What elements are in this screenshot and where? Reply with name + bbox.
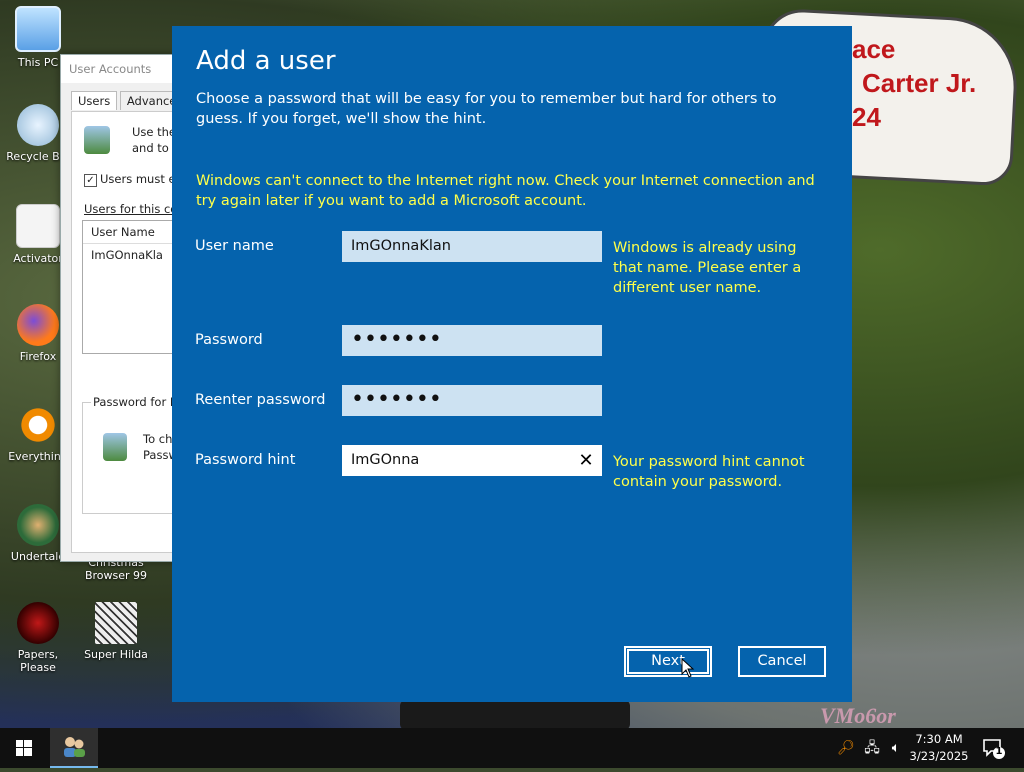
add-user-dialog: Add a user Choose a password that will b… [172, 26, 852, 702]
users-must-enter-checkbox[interactable]: ✓ [84, 174, 97, 187]
sign-line-1: ace [852, 34, 896, 64]
file-icon [16, 204, 60, 248]
papers-please-icon [17, 602, 59, 644]
password-hint-label: Password hint [195, 452, 296, 468]
password-hint-error: Your password hint cannot contain your p… [613, 454, 805, 490]
tab-users[interactable]: Users [71, 91, 118, 110]
sign-line-3: 24 [852, 102, 881, 132]
recycle-bin-icon [17, 104, 59, 146]
mouse-cursor-icon [681, 658, 695, 678]
cancel-button[interactable]: Cancel [738, 646, 826, 677]
notification-count: 1 [995, 746, 1003, 757]
password-hint-field[interactable]: ImGOnna ✕ [342, 445, 602, 476]
undertale-icon [17, 504, 59, 546]
password-field[interactable]: ••••••• [342, 325, 602, 356]
clock-date: 3/23/2025 [909, 749, 969, 763]
dialog-description: Choose a password that will be easy for … [196, 91, 777, 127]
desktop-icon-label: Super Hilda [84, 648, 148, 661]
action-center-button[interactable]: 1 [982, 736, 1006, 760]
network-warning-icon[interactable]: 🖧︎ [862, 738, 882, 758]
reenter-password-field[interactable]: ••••••• [342, 385, 602, 416]
computer-icon [15, 6, 61, 52]
wallpaper-figure [400, 700, 630, 730]
username-error: Windows is already using that name. Plea… [613, 240, 802, 296]
dialog-title: Add a user [196, 46, 336, 76]
users-list-label: Users for this co [84, 202, 178, 216]
taskbar: 🔎︎ 🖧︎ 🔈︎ 7:30 AM 3/23/2025 1 [0, 728, 1024, 768]
sign-line-2: Carter Jr. [862, 68, 977, 98]
password-hint-value: ImGOnna [351, 452, 420, 468]
clock-time: 7:30 AM [915, 732, 963, 746]
desktop-icon-label: Papers, Please [17, 648, 59, 674]
users-icon [84, 126, 110, 154]
taskbar-user-accounts[interactable] [50, 728, 98, 768]
desktop-icon-papers-please[interactable]: Papers, Please [0, 602, 76, 674]
desktop-icon-super-hilda[interactable]: Super Hilda [78, 602, 154, 661]
search-magnifier-icon [17, 404, 59, 446]
super-hilda-icon [95, 602, 137, 644]
users-icon [64, 737, 85, 757]
next-button[interactable]: Next [624, 646, 712, 677]
reenter-password-label: Reenter password [195, 392, 326, 408]
start-button[interactable] [0, 728, 48, 768]
user-key-icon [103, 433, 127, 461]
username-label: User name [195, 238, 274, 254]
windows-logo-icon [16, 740, 32, 756]
system-clock[interactable]: 7:30 AM 3/23/2025 [900, 731, 978, 765]
internet-warning: Windows can't connect to the Internet ri… [196, 173, 815, 209]
password-label: Password [195, 332, 263, 348]
search-icon[interactable]: 🔎︎ [836, 738, 856, 758]
wallpaper-watermark: VMo6or [820, 703, 896, 728]
close-icon[interactable]: ✕ [578, 445, 594, 476]
checkbox-label: Users must en [100, 172, 183, 186]
firefox-icon [17, 304, 59, 346]
username-field[interactable]: ImGOnnaKlan [342, 231, 602, 262]
